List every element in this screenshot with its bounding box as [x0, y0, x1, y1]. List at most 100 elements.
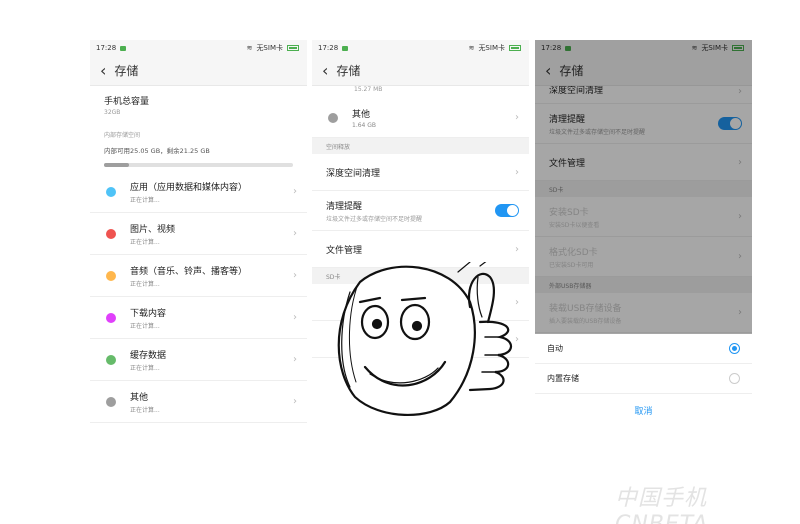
category-dot-icon	[328, 112, 338, 123]
list-item[interactable]: 图片、视频 正在计算... ›	[90, 213, 307, 255]
row-label: 深度空间清理	[326, 168, 381, 179]
option-auto[interactable]: 自动	[535, 334, 752, 364]
format-sd-row[interactable]: 格式化SD卡 已安装SD卡可用 ›	[535, 237, 752, 277]
item-sub: 正在计算...	[130, 322, 160, 330]
list-item-other[interactable]: 其他 1.64 GB ›	[312, 98, 529, 138]
item-name: 缓存数据	[130, 350, 167, 361]
row-label: 深度空间清理	[549, 86, 604, 96]
time: 17:28	[318, 44, 339, 52]
usage-bar-fill	[104, 163, 129, 167]
chevron-right-icon: ›	[738, 251, 742, 262]
category-dot-icon	[106, 396, 116, 407]
list-item[interactable]: 下载内容正在计算... ›	[90, 297, 307, 339]
notification-icon	[342, 45, 349, 51]
row-label: 文件管理	[549, 158, 586, 169]
row-sub: 已安装SD卡可用	[549, 261, 594, 269]
option-label: 内置存储	[547, 374, 579, 383]
notification-icon	[120, 45, 127, 51]
status-bar: 17:28 ≋ 无SIM卡	[90, 40, 307, 56]
chevron-right-icon: ›	[738, 307, 742, 318]
clean-reminder-row[interactable]: 清理提醒垃圾文件过多或存储空间不足时提醒	[535, 104, 752, 144]
item-name: 应用（应用数据和媒体内容）	[130, 182, 248, 193]
option-internal[interactable]: 内置存储	[535, 364, 752, 394]
clean-reminder-toggle[interactable]	[495, 204, 519, 217]
carrier-text: 无SIM卡	[478, 44, 505, 52]
item-sub: 正在计算...	[130, 280, 160, 288]
item-size: 1.64 GB	[352, 121, 377, 129]
total-value: 32GB	[104, 109, 121, 116]
battery-icon	[732, 45, 744, 51]
category-dot-icon	[106, 186, 116, 197]
chevron-right-icon: ›	[738, 86, 742, 97]
carrier-text: 无SIM卡	[256, 44, 283, 52]
list-item[interactable]: 其他正在计算... ›	[90, 381, 307, 423]
item-name: 其他	[130, 392, 149, 403]
back-arrow-icon[interactable]: ‹	[322, 62, 328, 79]
chevron-right-icon: ›	[515, 112, 519, 123]
total-label: 手机总容量	[104, 97, 150, 107]
row-sub: 垃圾文件过多或存储空间不足时提醒	[549, 128, 646, 136]
section-space: 空间释放	[312, 138, 529, 154]
usage-bar	[104, 163, 293, 167]
chevron-right-icon: ›	[293, 354, 297, 365]
chevron-right-icon: ›	[738, 211, 742, 222]
list-item[interactable]: 缓存数据 正在计算... ›	[90, 339, 307, 381]
wifi-icon: ≋	[691, 44, 698, 52]
mount-usb-row[interactable]: 装载USB存储设备 插入要装载的USB存储设备 ›	[535, 293, 752, 333]
storage-option-sheet: 自动 内置存储 取消	[535, 334, 752, 427]
item-name: 下载内容	[130, 308, 167, 319]
category-dot-icon	[106, 228, 116, 239]
list-item[interactable]: 应用（应用数据和媒体内容） 正在计算... ›	[90, 171, 307, 213]
row-sub: 垃圾文件过多或存储空间不足时提醒	[326, 215, 423, 223]
chevron-right-icon: ›	[293, 228, 297, 239]
battery-icon	[287, 45, 299, 51]
section-usb: 外部USB存储器	[535, 277, 752, 293]
phone-screen-storage-dialog: 17:28 ≋ 无SIM卡 ‹ 存储 深度空间清理 › 清理提醒垃圾文件过多或存储空…	[535, 40, 752, 427]
cancel-button[interactable]: 取消	[535, 394, 752, 417]
radio-unselected-icon[interactable]	[729, 373, 740, 384]
chevron-right-icon: ›	[293, 312, 297, 323]
option-label: 自动	[547, 344, 563, 353]
row-label: 清理提醒	[549, 114, 586, 125]
row-label: 文件管理	[326, 245, 363, 256]
deep-clean-row[interactable]: 深度空间清理 ›	[312, 154, 529, 191]
internal-stats: 内部可用25.05 GB，剩余21.25 GB	[104, 147, 210, 155]
category-dot-icon	[106, 270, 116, 281]
list-item[interactable]: 音频（音乐、铃声、播客等） 正在计算... ›	[90, 255, 307, 297]
row-label: 安装SD卡	[549, 207, 589, 218]
phone-screen-storage-overview: 17:28 ≋ 无SIM卡 ‹ 存储 手机总容量 32GB 内部存储空间 内部可用…	[90, 40, 307, 427]
row-sub: 插入要装载的USB存储设备	[549, 317, 622, 325]
thumbs-up-meme-illustration	[337, 262, 513, 417]
battery-icon	[509, 45, 521, 51]
page-title: 存储	[336, 64, 361, 78]
title-bar: ‹ 存储	[312, 56, 529, 86]
wifi-icon: ≋	[468, 44, 475, 52]
file-management-row[interactable]: 文件管理 ›	[535, 144, 752, 181]
item-name: 其他	[352, 109, 371, 120]
chevron-right-icon: ›	[515, 243, 519, 255]
chevron-right-icon: ›	[293, 396, 297, 407]
section-sd: SD卡	[535, 181, 752, 197]
category-dot-icon	[106, 354, 116, 365]
time: 17:28	[96, 44, 117, 52]
radio-selected-icon[interactable]	[729, 343, 740, 354]
chevron-right-icon: ›	[515, 166, 519, 178]
item-sub: 正在计算...	[130, 196, 160, 204]
title-bar: ‹ 存储	[535, 56, 752, 86]
screenshot-page: { "status_bar": {"time": "17:28", "carri…	[0, 0, 800, 524]
deep-clean-row[interactable]: 深度空间清理 ›	[535, 86, 752, 104]
row-label: 清理提醒	[326, 201, 363, 212]
total-capacity: 手机总容量 32GB	[90, 86, 307, 116]
back-arrow-icon[interactable]: ‹	[545, 62, 551, 79]
chevron-right-icon: ›	[293, 186, 297, 197]
page-title: 存储	[114, 64, 139, 78]
clean-reminder-toggle[interactable]	[718, 117, 742, 130]
back-arrow-icon[interactable]: ‹	[100, 62, 106, 79]
chevron-right-icon: ›	[293, 270, 297, 281]
install-sd-row[interactable]: 安装SD卡 安装SD卡以便查看 ›	[535, 197, 752, 237]
title-bar: ‹ 存储	[90, 56, 307, 86]
status-bar: 17:28 ≋ 无SIM卡	[535, 40, 752, 56]
item-sub: 正在计算...	[130, 238, 160, 246]
item-sub: 正在计算...	[130, 406, 160, 414]
clean-reminder-row[interactable]: 清理提醒垃圾文件过多或存储空间不足时提醒	[312, 191, 529, 231]
